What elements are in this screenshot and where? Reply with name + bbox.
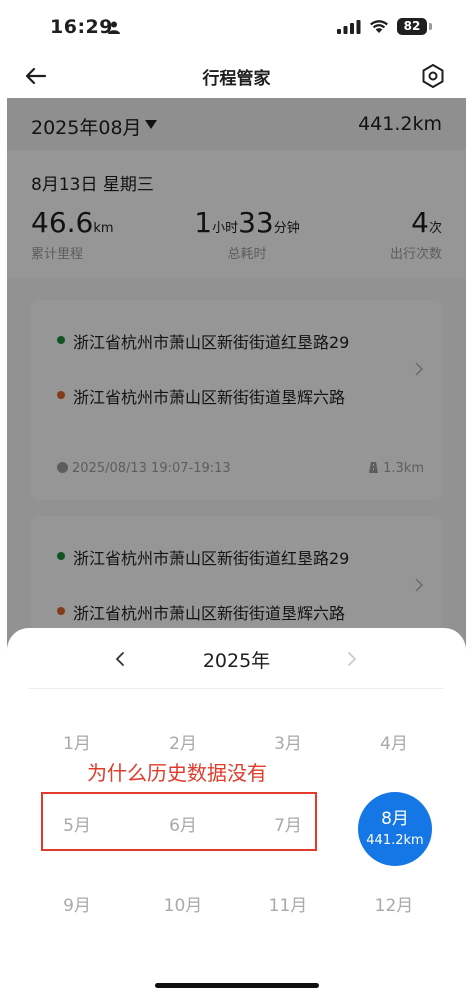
month-cell-10[interactable]: 10月	[133, 891, 233, 916]
page-title: 行程管家	[202, 69, 271, 89]
month-cell-3[interactable]: 3月	[238, 729, 338, 754]
month-picker-sheet: 2025年 1月 2月 3月 4月 为什么历史数据没有 5月 6月 7月 8月 …	[7, 628, 466, 994]
month-cell-7[interactable]: 7月	[238, 811, 338, 836]
person-icon	[108, 21, 120, 34]
month-cell-1[interactable]: 1月	[27, 729, 127, 754]
month-cell-2[interactable]: 2月	[133, 729, 233, 754]
month-cell-11[interactable]: 11月	[238, 891, 338, 916]
annotation-text: 为什么历史数据没有	[87, 761, 267, 785]
signal-icon	[337, 20, 361, 34]
month-cell-9[interactable]: 9月	[27, 891, 127, 916]
selected-month-label: 8月	[381, 809, 409, 829]
month-cell-5[interactable]: 5月	[27, 811, 127, 836]
status-bar: 16:29 82	[0, 0, 473, 54]
selected-month-distance: 441.2km	[366, 833, 424, 848]
divider	[29, 688, 444, 689]
month-cell-8-selected[interactable]: 8月 441.2km	[358, 792, 432, 866]
home-indicator	[155, 983, 319, 988]
month-cell-4[interactable]: 4月	[344, 729, 444, 754]
month-cell-12[interactable]: 12月	[344, 891, 444, 916]
gear-icon[interactable]	[420, 63, 446, 89]
battery-nub	[429, 23, 432, 30]
wifi-icon	[370, 20, 388, 33]
chevron-right-icon[interactable]	[345, 650, 359, 668]
status-time: 16:29	[50, 16, 113, 38]
nav-bar: 行程管家	[0, 54, 473, 98]
picker-year: 2025年	[202, 650, 271, 672]
month-cell-6[interactable]: 6月	[133, 811, 233, 836]
battery-icon: 82	[397, 18, 427, 35]
